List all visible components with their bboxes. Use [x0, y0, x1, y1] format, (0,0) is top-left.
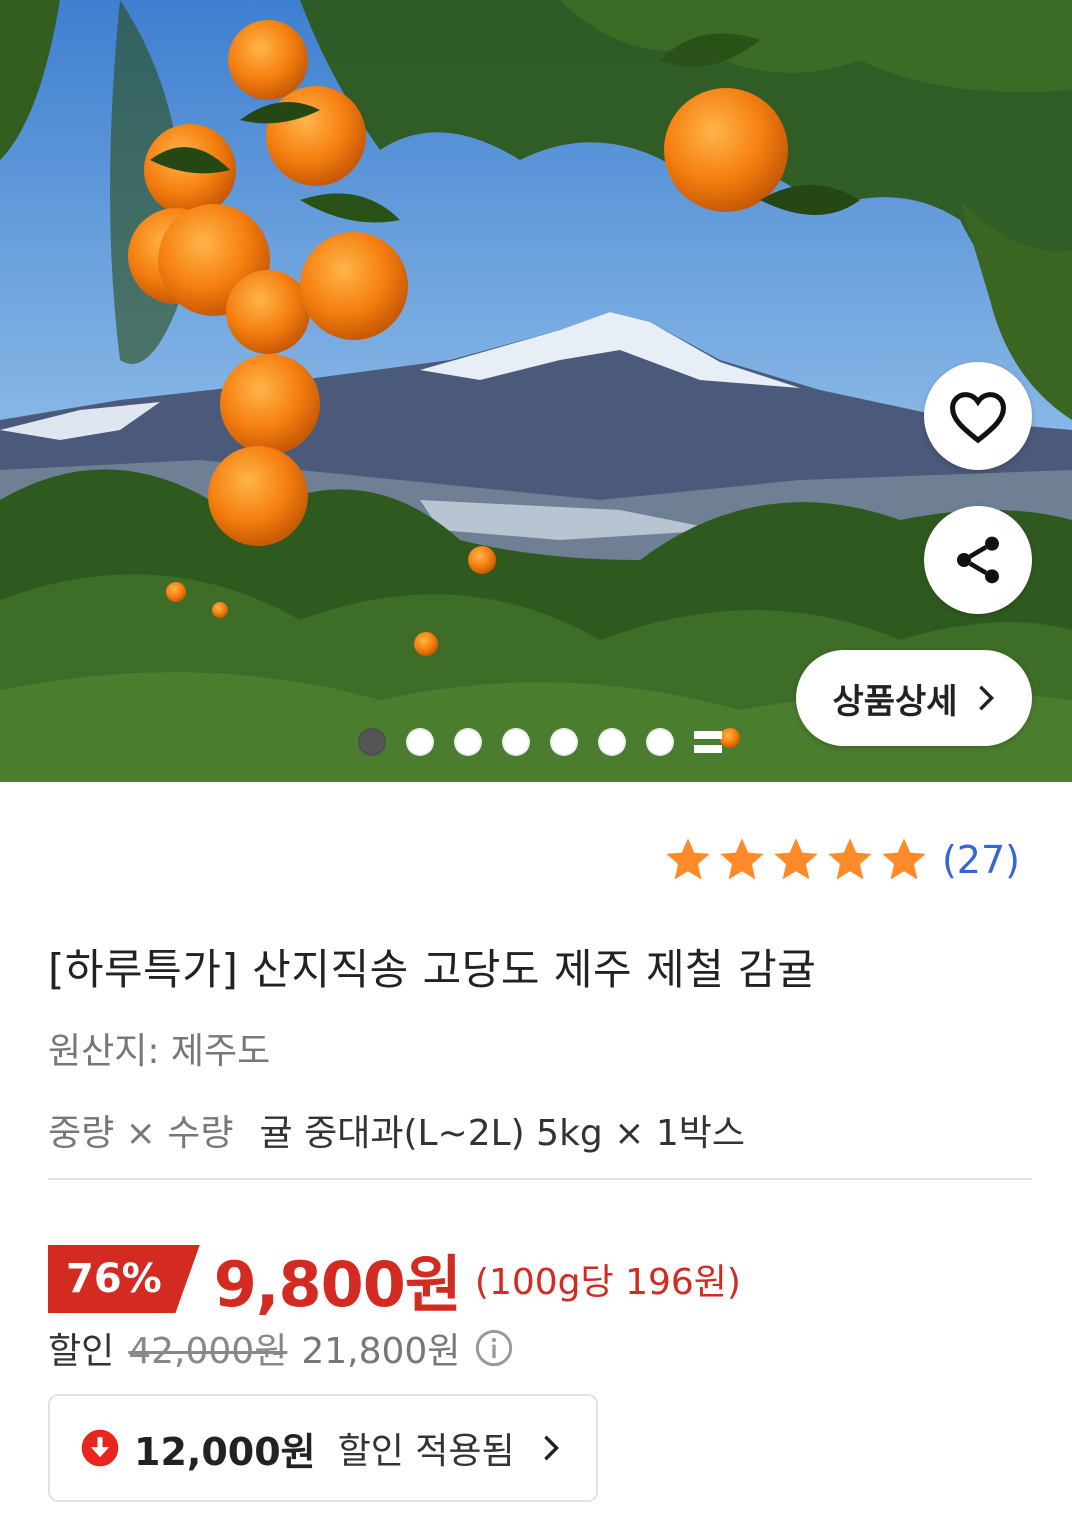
spec-value: 귤 중대과(L~2L) 5kg × 1박스	[259, 1113, 745, 1154]
sale-price: 21,800원	[301, 1331, 461, 1372]
product-detail-label: 상품상세	[832, 681, 958, 722]
carousel-dot-2[interactable]	[406, 728, 434, 756]
carousel-indicator	[358, 728, 722, 756]
product-image-carousel[interactable]: 상품상세	[0, 0, 1072, 782]
info-icon[interactable]	[474, 1328, 514, 1368]
star-icon	[882, 838, 926, 880]
carousel-dot-1[interactable]	[358, 728, 386, 756]
rating[interactable]: (27)	[662, 834, 1020, 886]
star-icon	[828, 838, 872, 880]
star-icon	[720, 838, 764, 880]
carousel-dot-6[interactable]	[598, 728, 626, 756]
product-spec: 중량 × 수량 귤 중대과(L~2L) 5kg × 1박스	[48, 1104, 745, 1156]
price-row: 76% 9,800원 (100g당 196원)	[48, 1234, 741, 1324]
discount-rate-badge: 76%	[48, 1245, 200, 1313]
share-icon	[957, 536, 999, 584]
divider	[48, 1178, 1032, 1180]
chevron-right-icon	[543, 1435, 559, 1461]
product-detail-button[interactable]: 상품상세	[796, 650, 1032, 746]
discount-label: 할인	[48, 1331, 115, 1372]
coupon-discount-button[interactable]: 12,000원 할인 적용됨	[48, 1394, 598, 1502]
original-price: 42,000원	[128, 1331, 288, 1372]
chevron-right-icon	[978, 685, 994, 711]
share-button[interactable]	[924, 506, 1032, 614]
unit-price: (100g당 196원)	[474, 1262, 741, 1303]
carousel-dot-4[interactable]	[502, 728, 530, 756]
carousel-dot-7[interactable]	[646, 728, 674, 756]
star-icon	[774, 838, 818, 880]
carousel-more-icon[interactable]	[694, 728, 722, 756]
carousel-dot-5[interactable]	[550, 728, 578, 756]
final-price: 9,800원	[213, 1248, 462, 1321]
spec-label: 중량 × 수량	[48, 1113, 234, 1154]
star-rating	[662, 834, 930, 886]
product-origin: 원산지: 제주도	[48, 1031, 271, 1072]
heart-icon	[949, 392, 1007, 444]
coupon-amount: 12,000원	[134, 1429, 316, 1474]
carousel-dot-3[interactable]	[454, 728, 482, 756]
arrow-down-circle-icon	[81, 1429, 119, 1467]
wishlist-button[interactable]	[924, 362, 1032, 470]
review-count[interactable]: (27)	[942, 838, 1020, 882]
original-price-row: 할인 42,000원 21,800원	[48, 1322, 514, 1374]
star-icon	[666, 838, 710, 880]
coupon-text: 할인 적용됨	[337, 1431, 515, 1472]
product-title: [하루특가] 산지직송 고당도 제주 제철 감귤	[48, 945, 817, 994]
